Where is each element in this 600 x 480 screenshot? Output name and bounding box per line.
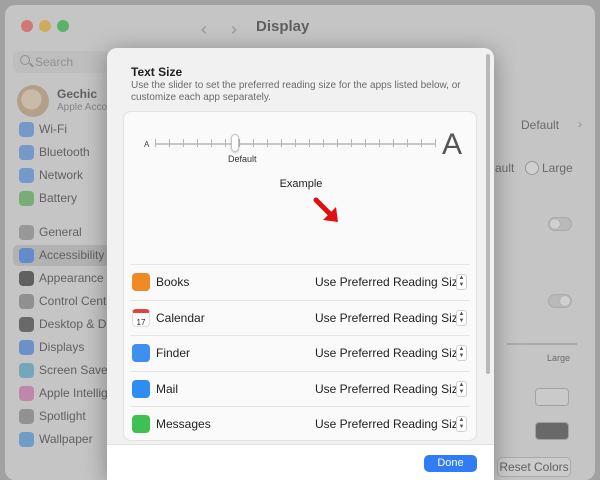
slider-tick [309,139,310,147]
slider-tick [169,139,170,147]
text-size-sheet: Text Size Use the slider to set the pref… [107,48,494,480]
slider-tick [351,139,352,147]
app-name: Messages [156,417,211,431]
app-name: Mail [156,381,179,396]
sheet-scrollbar[interactable] [486,54,490,374]
popup-chevron-icon[interactable]: ▲ ▼ [456,345,467,361]
slider-tick [295,139,296,147]
slider-tick [197,139,198,147]
slider-tick [421,139,422,147]
app-name: Books [156,275,190,289]
slider-tick [337,139,338,147]
slider-tick [211,139,212,147]
done-button[interactable]: Done [424,455,477,472]
slider-tick [435,139,436,147]
popup-chevron-icon[interactable]: ▲ ▼ [456,274,467,290]
slider-tick [393,139,394,147]
slider-min-label: A [144,140,150,149]
slider-tick [281,139,282,147]
slider-value-label: Default [228,154,257,164]
annotation-arrow [312,196,342,226]
app-row-finder: Finder Use Preferred Reading Size ▲ ▼ [130,335,470,370]
slider-tick [407,139,408,147]
app-row-calendar: 17 Calendar Use Preferred Reading Size ▲ ▼ [130,299,470,335]
reading-size-popup[interactable]: Use Preferred Reading Size [315,382,464,396]
reading-size-popup[interactable]: Use Preferred Reading Size [315,346,464,360]
slider-tick [267,139,268,147]
finder-icon [132,344,150,362]
slider-tick [239,139,240,147]
app-name: Finder [156,346,191,360]
slider-tick [225,139,226,147]
reading-size-popup[interactable]: Use Preferred Reading Size [315,275,464,289]
slider-tick [365,139,366,147]
app-row-messages: Messages Use Preferred Reading Size ▲ ▼ [130,406,470,440]
sheet-footer: Done [107,444,494,480]
app-name: Calendar [156,310,205,325]
messages-icon [132,415,150,433]
slider-tick [379,139,380,147]
slider-tick [323,139,324,147]
calendar-icon: 17 [132,308,150,327]
popup-chevron-icon[interactable]: ▲ ▼ [456,380,467,397]
books-icon [132,273,150,291]
slider-tick [155,139,156,147]
slider-max-label: A [442,128,463,161]
text-size-card: A A Default Example Books Use Preferred R… [123,111,477,441]
sheet-title: Text Size [131,65,183,79]
reading-size-popup[interactable]: Use Preferred Reading Size [315,311,464,325]
popup-chevron-icon[interactable]: ▲ ▼ [456,416,467,432]
app-row-mail: Mail Use Preferred Reading Size ▲ ▼ [130,370,470,406]
reading-size-popup[interactable]: Use Preferred Reading Size [315,417,464,431]
mail-icon [132,379,150,398]
popup-chevron-icon[interactable]: ▲ ▼ [456,309,467,326]
sheet-description: Use the slider to set the preferred read… [131,80,461,103]
text-size-slider-thumb[interactable] [231,134,239,152]
slider-tick [183,139,184,147]
app-row-books: Books Use Preferred Reading Size ▲ ▼ [130,264,470,299]
example-label: Example [279,178,323,190]
slider-tick [253,139,254,147]
